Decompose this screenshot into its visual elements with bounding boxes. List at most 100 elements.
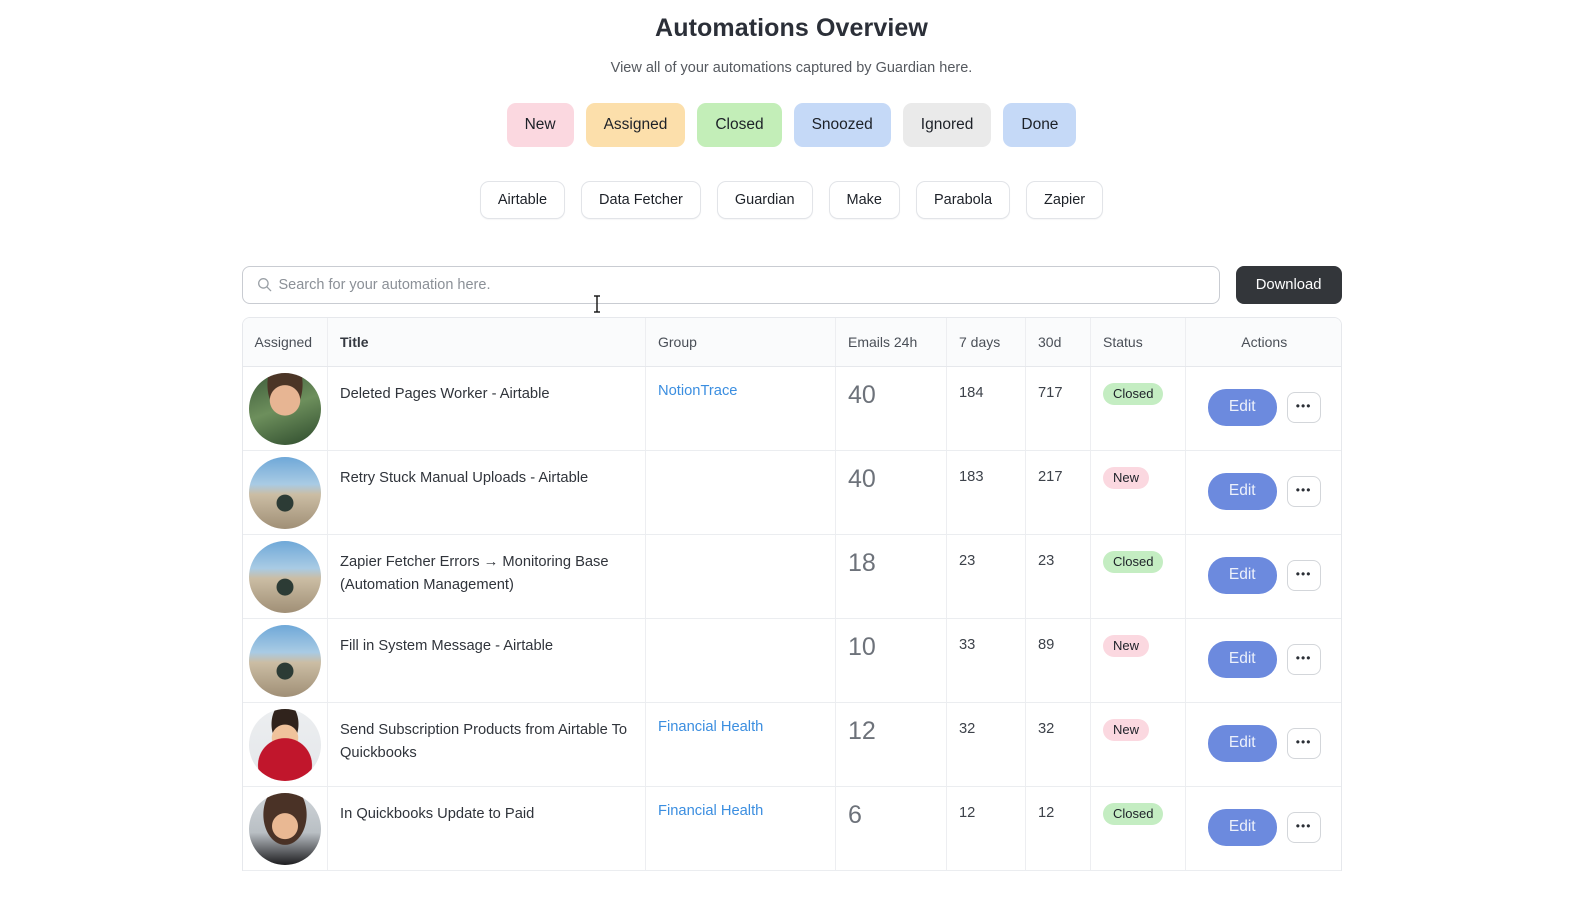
- column-header-emails24[interactable]: Emails 24h: [835, 318, 947, 367]
- group-link[interactable]: NotionTrace: [658, 383, 737, 399]
- cell-title[interactable]: Retry Stuck Manual Uploads - Airtable: [327, 450, 646, 535]
- status-badge: Closed: [1103, 382, 1164, 405]
- avatar: [248, 372, 321, 445]
- table-row[interactable]: Zapier Fetcher Errors → Monitoring Base …: [242, 534, 1341, 619]
- edit-button[interactable]: Edit: [1207, 556, 1277, 594]
- table-row[interactable]: Deleted Pages Worker - Airtable NotionTra…: [242, 366, 1341, 451]
- cell-group: [645, 534, 836, 619]
- cell-emails-7days: 32: [946, 702, 1026, 787]
- column-header-days30[interactable]: 30d: [1025, 318, 1091, 367]
- edit-button[interactable]: Edit: [1207, 640, 1277, 678]
- row-action-group: Edit •••: [1198, 640, 1331, 678]
- avatar: [248, 792, 321, 865]
- cell-actions: Edit •••: [1185, 702, 1341, 787]
- cell-assigned: [242, 618, 328, 703]
- page-subtitle: View all of your automations captured by…: [610, 60, 973, 76]
- table-row[interactable]: Fill in System Message - Airtable 10 33 89 N…: [242, 618, 1341, 703]
- status-badge: New: [1103, 718, 1150, 741]
- group-link[interactable]: Financial Health: [658, 803, 763, 819]
- automations-table: Assigned Title Group Emails 24h 7 days 30d Sta…: [242, 318, 1341, 871]
- column-header-actions[interactable]: Actions: [1185, 318, 1341, 367]
- row-action-group: Edit •••: [1198, 472, 1331, 510]
- cell-actions: Edit •••: [1185, 786, 1341, 871]
- cell-status: New: [1090, 450, 1186, 535]
- status-badge: New: [1103, 466, 1150, 489]
- group-link[interactable]: Financial Health: [658, 719, 763, 735]
- table-row[interactable]: Send Subscription Products from Airtable…: [242, 702, 1341, 787]
- more-options-icon[interactable]: •••: [1286, 559, 1321, 591]
- status-tab-snoozed[interactable]: Snoozed: [793, 103, 891, 147]
- edit-button[interactable]: Edit: [1207, 472, 1277, 510]
- column-header-days7[interactable]: 7 days: [946, 318, 1026, 367]
- column-header-group[interactable]: Group: [645, 318, 836, 367]
- cell-status: Closed: [1090, 786, 1186, 871]
- avatar: [248, 456, 321, 529]
- status-badge: Closed: [1103, 550, 1164, 573]
- search-field-wrapper: [241, 266, 1220, 304]
- row-action-group: Edit •••: [1198, 724, 1331, 762]
- status-tab-done[interactable]: Done: [1003, 103, 1077, 147]
- cell-emails-7days: 183: [946, 450, 1026, 535]
- edit-button[interactable]: Edit: [1207, 808, 1277, 846]
- source-chip-make[interactable]: Make: [828, 181, 900, 219]
- cell-emails-24h: 40: [835, 366, 947, 451]
- source-chip-guardian[interactable]: Guardian: [716, 181, 813, 219]
- edit-button[interactable]: Edit: [1207, 724, 1277, 762]
- table-body: Deleted Pages Worker - Airtable NotionTra…: [242, 366, 1341, 871]
- cell-title[interactable]: Deleted Pages Worker - Airtable: [327, 366, 646, 451]
- cell-assigned: [242, 702, 328, 787]
- source-chip-data-fetcher[interactable]: Data Fetcher: [581, 181, 701, 219]
- column-header-assigned[interactable]: Assigned: [242, 318, 328, 367]
- cell-emails-30d: 12: [1025, 786, 1091, 871]
- cell-status: Closed: [1090, 366, 1186, 451]
- cell-title[interactable]: Fill in System Message - Airtable: [327, 618, 646, 703]
- cell-group: [645, 450, 836, 535]
- automations-table-container: Assigned Title Group Emails 24h 7 days 30d Sta…: [241, 317, 1342, 871]
- cell-assigned: [242, 366, 328, 451]
- avatar: [248, 624, 321, 697]
- download-button[interactable]: Download: [1235, 266, 1342, 304]
- page-title: Automations Overview: [655, 14, 928, 42]
- cell-status: Closed: [1090, 534, 1186, 619]
- source-chip-zapier[interactable]: Zapier: [1026, 181, 1104, 219]
- status-badge: New: [1103, 634, 1150, 657]
- table-header: Assigned Title Group Emails 24h 7 days 30d Sta…: [242, 318, 1341, 367]
- source-filter-chips: Airtable Data Fetcher Guardian Make Parabola…: [0, 181, 1583, 219]
- cell-assigned: [242, 450, 328, 535]
- avatar: [248, 540, 321, 613]
- cell-emails-30d: 32: [1025, 702, 1091, 787]
- more-options-icon[interactable]: •••: [1286, 811, 1321, 843]
- source-chip-airtable[interactable]: Airtable: [479, 181, 566, 219]
- status-tab-assigned[interactable]: Assigned: [585, 103, 686, 147]
- status-tab-closed[interactable]: Closed: [697, 103, 782, 147]
- edit-button[interactable]: Edit: [1207, 388, 1277, 426]
- table-row[interactable]: In Quickbooks Update to Paid Financial He…: [242, 786, 1341, 871]
- status-tab-ignored[interactable]: Ignored: [902, 103, 992, 147]
- row-action-group: Edit •••: [1198, 556, 1331, 594]
- cell-title[interactable]: In Quickbooks Update to Paid: [327, 786, 646, 871]
- row-action-group: Edit •••: [1198, 388, 1331, 426]
- table-row[interactable]: Retry Stuck Manual Uploads - Airtable 40 1…: [242, 450, 1341, 535]
- status-tab-new[interactable]: New: [506, 103, 574, 147]
- search-input[interactable]: [241, 266, 1220, 304]
- cell-actions: Edit •••: [1185, 618, 1341, 703]
- cell-group: NotionTrace: [645, 366, 836, 451]
- column-header-status[interactable]: Status: [1090, 318, 1186, 367]
- cell-emails-7days: 12: [946, 786, 1026, 871]
- column-header-title[interactable]: Title: [327, 318, 646, 367]
- cell-emails-30d: 89: [1025, 618, 1091, 703]
- more-options-icon[interactable]: •••: [1286, 391, 1321, 423]
- cell-emails-24h: 6: [835, 786, 947, 871]
- cell-emails-7days: 23: [946, 534, 1026, 619]
- cell-emails-7days: 33: [946, 618, 1026, 703]
- source-chip-parabola[interactable]: Parabola: [915, 181, 1011, 219]
- cell-title[interactable]: Zapier Fetcher Errors → Monitoring Base …: [327, 534, 646, 619]
- status-badge: Closed: [1103, 802, 1164, 825]
- cell-title[interactable]: Send Subscription Products from Airtable…: [327, 702, 646, 787]
- more-options-icon[interactable]: •••: [1286, 475, 1321, 507]
- more-options-icon[interactable]: •••: [1286, 643, 1321, 675]
- automations-overview-page: Automations Overview View all of your au…: [0, 0, 1583, 915]
- cell-emails-24h: 40: [835, 450, 947, 535]
- cell-status: New: [1090, 618, 1186, 703]
- more-options-icon[interactable]: •••: [1286, 727, 1321, 759]
